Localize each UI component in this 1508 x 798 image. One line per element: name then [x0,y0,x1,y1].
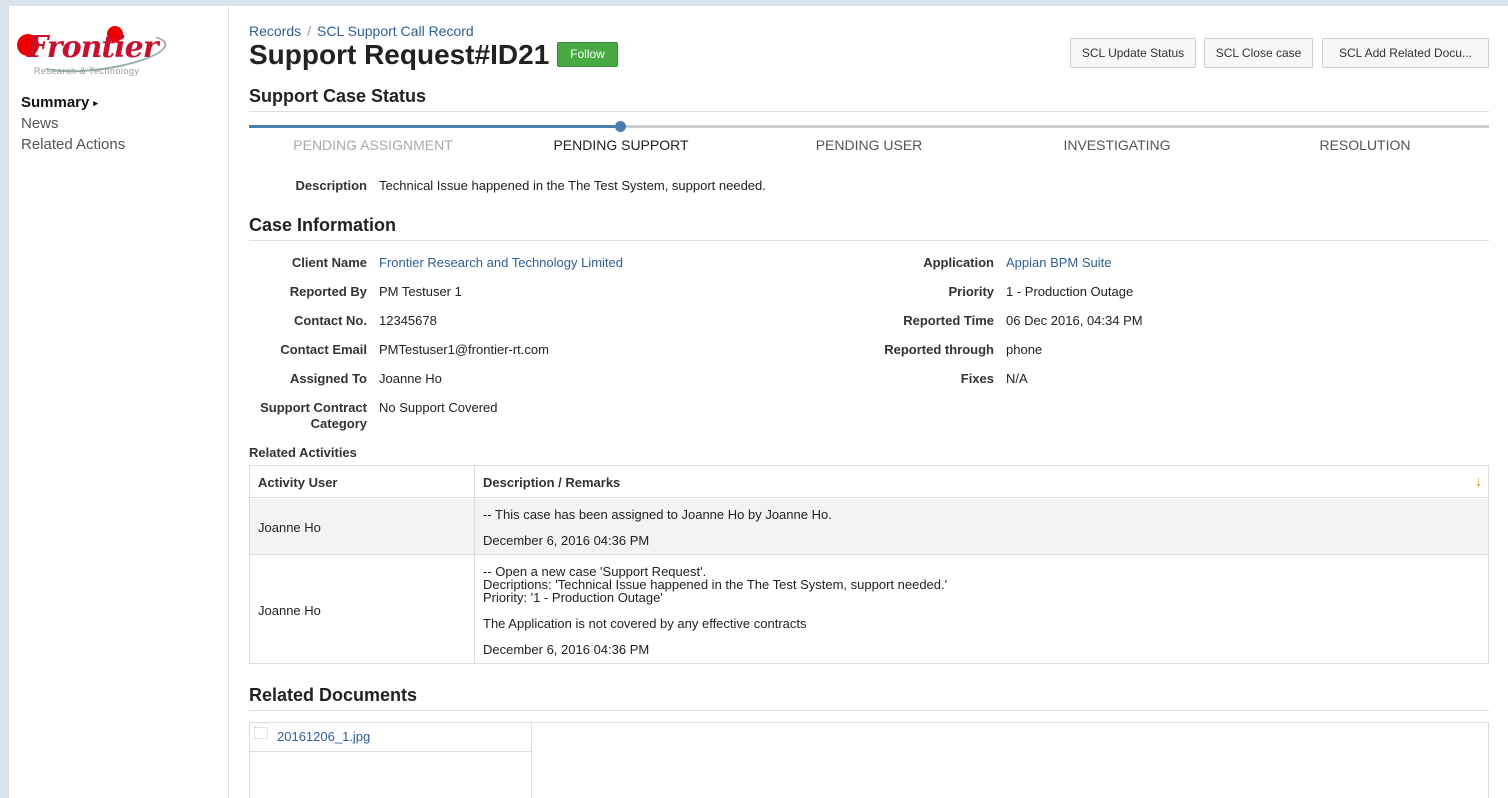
caret-right-icon: ▸ [93,97,98,108]
activity-user: Joanne Ho [258,520,321,535]
sidebar-item-news[interactable]: News [21,113,125,134]
step-resolution: RESOLUTION [1319,137,1411,153]
assigned-to-label: Assigned To [289,371,367,386]
priority-label: Priority [948,284,994,299]
follow-button[interactable]: Follow [557,42,618,67]
list-item: 20161206_1.jpg [250,723,531,752]
label-line: Support Contract [260,400,367,415]
table-row: Joanne Ho -- This case has been assigned… [250,499,1488,555]
contact-email-label: Contact Email [280,342,367,357]
related-documents-heading: Related Documents [249,685,1489,711]
update-status-button[interactable]: SCL Update Status [1070,38,1196,68]
table-row: Joanne Ho -- Open a new case 'Support Re… [250,556,1488,663]
image-thumbnail-icon [254,727,268,739]
reported-time-label: Reported Time [903,313,994,328]
activities-grid: Activity User Description / Remarks ↓ Jo… [249,465,1489,664]
client-name-link[interactable]: Frontier Research and Technology Limited [379,255,623,270]
close-case-button[interactable]: SCL Close case [1204,38,1313,68]
contact-email-value: PMTestuser1@frontier-rt.com [379,342,549,357]
documents-grid: 20161206_1.jpg [249,722,1489,798]
logo-tagline: Research & Technology [34,66,140,76]
fixes-value: N/A [1006,371,1028,386]
application-label: Application [923,255,994,270]
client-name-label: Client Name [291,255,367,270]
sidebar-item-label: News [21,115,59,132]
status-heading: Support Case Status [249,86,1489,112]
step-pending-user: PENDING USER [815,137,923,153]
label-line: Category [310,416,367,431]
sidebar-item-related-actions[interactable]: Related Actions [21,134,125,155]
fixes-label: Fixes [960,371,994,386]
breadcrumb-records-link[interactable]: Records [249,23,301,39]
activity-description: -- This case has been assigned to Joanne… [483,507,832,522]
activity-note: The Application is not covered by any ef… [483,616,807,631]
reported-by-value: PM Testuser 1 [379,284,462,299]
add-related-document-button[interactable]: SCL Add Related Docu... [1322,38,1489,68]
related-activities-heading: Related Activities [249,445,357,460]
sidebar: Frontier Research & Technology Summary ▸ … [9,6,229,798]
document-link[interactable]: 20161206_1.jpg [277,729,370,744]
column-activity-user[interactable]: Activity User [258,475,337,490]
contact-no-label: Contact No. [294,313,367,328]
support-contract-category-label: Support Contract Category [249,400,367,432]
reported-through-value: phone [1006,342,1043,357]
description-label: Description [295,178,367,193]
step-pending-assignment: PENDING ASSIGNMENT [293,137,453,153]
application-link[interactable]: Appian BPM Suite [1006,255,1112,270]
sort-arrow-down-icon[interactable]: ↓ [1475,473,1482,489]
grid-header: Activity User Description / Remarks ↓ [250,466,1488,498]
app-frame: Frontier Research & Technology Summary ▸ … [8,6,1508,798]
contact-no-value: 12345678 [379,313,437,328]
assigned-to-value: Joanne Ho [379,371,442,386]
breadcrumb: Records / SCL Support Call Record [249,23,474,39]
reported-time-value: 06 Dec 2016, 04:34 PM [1006,313,1143,328]
frontier-logo: Frontier Research & Technology [17,26,169,80]
sidebar-item-label: Related Actions [21,136,126,153]
priority-value: 1 - Production Outage [1006,284,1134,299]
column-divider [474,466,475,663]
reported-by-label: Reported By [289,284,367,299]
page-title: Support Request#ID21 [249,39,550,70]
progress-current-marker [615,121,626,132]
support-contract-category-value: No Support Covered [379,400,498,415]
progress-fill [249,125,620,128]
sidebar-item-label: Summary [21,94,90,111]
sidebar-nav: Summary ▸ News Related Actions [21,92,125,155]
step-investigating: INVESTIGATING [1063,137,1171,153]
sidebar-item-summary[interactable]: Summary ▸ [21,92,125,113]
documents-list: 20161206_1.jpg [250,723,532,798]
logo-wordmark: Frontier [27,30,159,65]
description-value: Technical Issue happened in the The Test… [379,178,766,193]
activity-description-line: Priority: '1 - Production Outage' [483,590,663,605]
reported-through-label: Reported through [884,342,994,357]
case-info-heading: Case Information [249,215,1489,241]
breadcrumb-separator: / [307,23,312,39]
activity-user: Joanne Ho [258,603,321,618]
activity-timestamp: December 6, 2016 04:36 PM [483,533,650,548]
activity-timestamp: December 6, 2016 04:36 PM [483,642,650,657]
column-description[interactable]: Description / Remarks [483,475,620,490]
step-pending-support: PENDING SUPPORT [553,137,689,153]
breadcrumb-record-type-link[interactable]: SCL Support Call Record [317,23,474,39]
